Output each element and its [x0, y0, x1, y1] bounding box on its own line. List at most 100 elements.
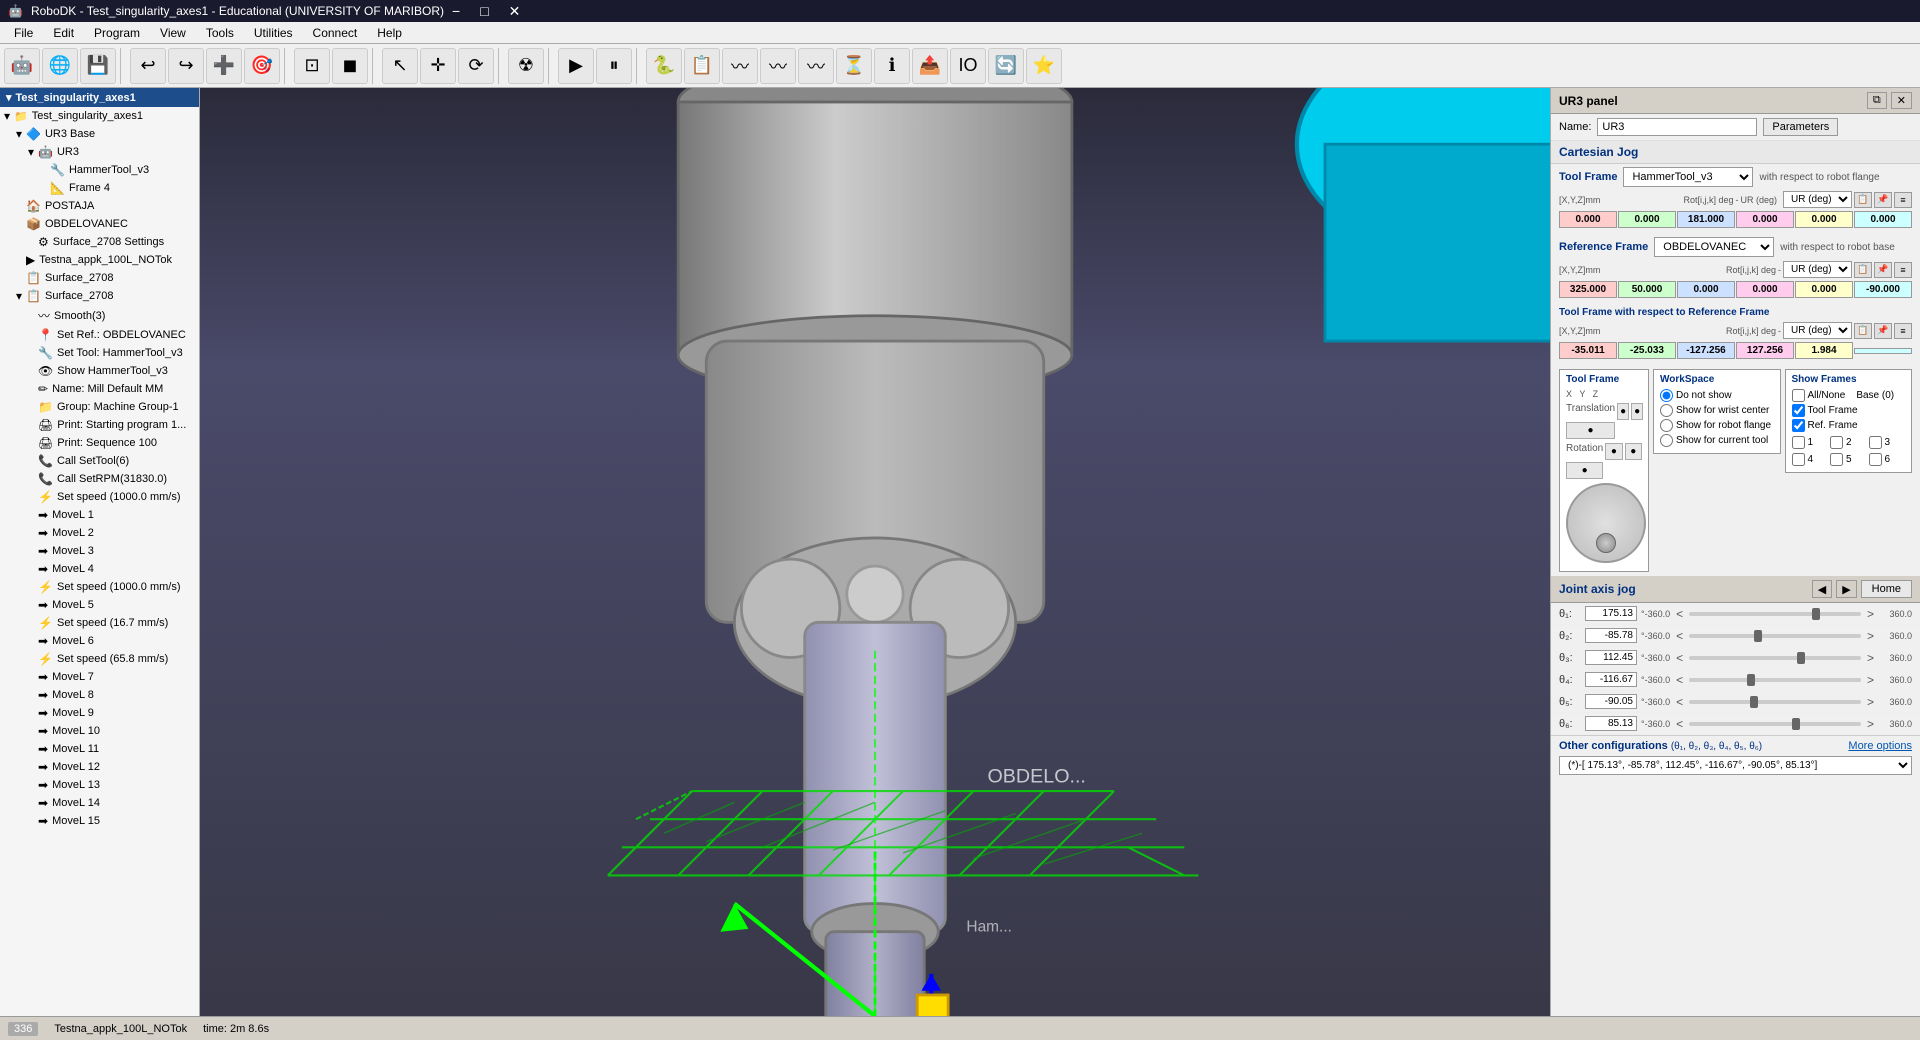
tree-item-movel-8[interactable]: ▸➡MoveL 8 — [0, 686, 199, 704]
undo-btn[interactable]: ↩ — [130, 48, 166, 84]
joystick[interactable] — [1566, 483, 1646, 563]
tree-item-hammer-tool[interactable]: ▸🔧HammerTool_v3 — [0, 161, 199, 179]
tree-item-movel-9[interactable]: ▸➡MoveL 9 — [0, 704, 199, 722]
tree-item-movel-15[interactable]: ▸➡MoveL 15 — [0, 812, 199, 830]
pause-btn[interactable]: ⏸ — [596, 48, 632, 84]
tree-item-movel-13[interactable]: ▸➡MoveL 13 — [0, 776, 199, 794]
frame-3-cb[interactable] — [1869, 436, 1882, 449]
panel-float-btn[interactable]: ⧉ — [1867, 92, 1887, 109]
tree-item-set-ref[interactable]: ▸📍Set Ref.: OBDELOVANEC — [0, 326, 199, 344]
joint-arrow-right-2[interactable]: > — [1865, 629, 1876, 643]
configs-dropdown[interactable]: (*)-[ 175.13°, -85.78°, 112.45°, -116.67… — [1559, 756, 1912, 775]
io-btn[interactable]: IO — [950, 48, 986, 84]
tree-item-set-speed-1000[interactable]: ▸⚡Set speed (1000.0 mm/s) — [0, 488, 199, 506]
frame-6-cb[interactable] — [1869, 453, 1882, 466]
frame-2-cb[interactable] — [1830, 436, 1843, 449]
joint-slider-1[interactable] — [1689, 612, 1861, 616]
joint-arrow-left-3[interactable]: < — [1674, 651, 1685, 665]
refresh-btn[interactable]: 🔄 — [988, 48, 1024, 84]
coord-paste-btn-1[interactable]: 📌 — [1874, 192, 1892, 208]
tree-item-set-speed-16[interactable]: ▸⚡Set speed (16.7 mm/s) — [0, 614, 199, 632]
tree-item-print-seq[interactable]: ▸🖨Print: Sequence 100 — [0, 434, 199, 452]
joint-arrow-left-5[interactable]: < — [1674, 695, 1685, 709]
joint-slider-3[interactable] — [1689, 656, 1861, 660]
tree-item-obdelovanec[interactable]: ▸📦OBDELOVANEC — [0, 215, 199, 233]
fit-btn[interactable]: ⊡ — [294, 48, 330, 84]
minimize-btn[interactable]: − — [444, 1, 468, 22]
menu-item-utilities[interactable]: Utilities — [244, 24, 303, 42]
trans-y-btn[interactable]: ● — [1631, 403, 1643, 420]
frame-4-cb[interactable] — [1792, 453, 1805, 466]
tree-item-surface-2708-1[interactable]: ▸📋Surface_2708 — [0, 269, 199, 287]
name-input[interactable] — [1597, 118, 1757, 136]
joint-arrow-right-4[interactable]: > — [1865, 673, 1876, 687]
coord-more-btn-1[interactable]: ≡ — [1894, 192, 1912, 208]
menu-item-help[interactable]: Help — [367, 24, 412, 42]
tree-item-movel-7[interactable]: ▸➡MoveL 7 — [0, 668, 199, 686]
tree-item-call-settool6[interactable]: ▸📞Call SetTool(6) — [0, 452, 199, 470]
coord-dropdown-2[interactable]: UR (deg) — [1783, 261, 1852, 278]
play-btn[interactable]: ▶ — [558, 48, 594, 84]
tree-item-movel-3[interactable]: ▸➡MoveL 3 — [0, 542, 199, 560]
tree-item-testna-appk[interactable]: ▸▶Testna_appk_100L_NOTok — [0, 251, 199, 269]
tree-item-ur3[interactable]: ▾🤖UR3 — [0, 143, 199, 161]
coord-copy-btn-3[interactable]: 📋 — [1854, 323, 1872, 339]
joint-input-4[interactable] — [1585, 672, 1637, 687]
menu-item-edit[interactable]: Edit — [43, 24, 84, 42]
menu-item-file[interactable]: File — [4, 24, 43, 42]
coord-dropdown-1[interactable]: UR (deg) — [1783, 191, 1852, 208]
workspace-radio-4[interactable] — [1660, 434, 1673, 447]
tree-item-movel-14[interactable]: ▸➡MoveL 14 — [0, 794, 199, 812]
new-btn[interactable]: 🌐 — [42, 48, 78, 84]
joint-arrow-right-5[interactable]: > — [1865, 695, 1876, 709]
joint-arrow-right-3[interactable]: > — [1865, 651, 1876, 665]
tree-item-movel-12[interactable]: ▸➡MoveL 12 — [0, 758, 199, 776]
coord-y-2[interactable]: 50.000 — [1618, 281, 1676, 298]
maximize-btn[interactable]: □ — [472, 1, 496, 22]
joint-input-1[interactable] — [1585, 606, 1637, 621]
workspace-radio-2[interactable] — [1660, 404, 1673, 417]
menu-item-connect[interactable]: Connect — [303, 24, 368, 42]
tree-item-show-hammer[interactable]: ▸👁Show HammerTool_v3 — [0, 362, 199, 380]
coord-rz-3[interactable] — [1854, 348, 1912, 354]
coord-z-3[interactable]: -127.256 — [1677, 342, 1735, 359]
tree-item-smooth-3[interactable]: ▸〰Smooth(3) — [0, 305, 199, 326]
tree-item-movel-11[interactable]: ▸➡MoveL 11 — [0, 740, 199, 758]
show-tool-frame-cb[interactable] — [1792, 404, 1805, 417]
rot-x-btn[interactable]: ● — [1605, 443, 1622, 460]
joint-slider-6[interactable] — [1689, 722, 1861, 726]
tree-item-movel-5[interactable]: ▸➡MoveL 5 — [0, 596, 199, 614]
coord-dropdown-3[interactable]: UR (deg) — [1783, 322, 1852, 339]
joint-slider-5[interactable] — [1689, 700, 1861, 704]
coord-rz-2[interactable]: -90.000 — [1854, 281, 1912, 298]
coord-ry-1[interactable]: 0.000 — [1795, 211, 1853, 228]
python-btn[interactable]: 🐍 — [646, 48, 682, 84]
radiation-btn[interactable]: ☢ — [508, 48, 544, 84]
coord-rx-3[interactable]: 127.256 — [1736, 342, 1794, 359]
coord-z-2[interactable]: 0.000 — [1677, 281, 1735, 298]
panel-close-btn[interactable]: ✕ — [1891, 92, 1912, 109]
joint-arrow-left-4[interactable]: < — [1674, 673, 1685, 687]
home-btn[interactable]: Home — [1861, 580, 1912, 598]
coord-x-2[interactable]: 325.000 — [1559, 281, 1617, 298]
tree-item-set-speed-65[interactable]: ▸⚡Set speed (65.8 mm/s) — [0, 650, 199, 668]
export-btn[interactable]: 📤 — [912, 48, 948, 84]
coord-paste-btn-2[interactable]: 📌 — [1874, 262, 1892, 278]
menu-item-tools[interactable]: Tools — [196, 24, 244, 42]
joint-arrow-right-1[interactable]: > — [1865, 607, 1876, 621]
workspace-radio-3[interactable] — [1660, 419, 1673, 432]
star-btn[interactable]: ⭐ — [1026, 48, 1062, 84]
tree-item-movel-2[interactable]: ▸➡MoveL 2 — [0, 524, 199, 542]
copy-btn[interactable]: 📋 — [684, 48, 720, 84]
tree-item-ur3-base[interactable]: ▾🔷UR3 Base — [0, 125, 199, 143]
parameters-btn[interactable]: Parameters — [1763, 118, 1838, 136]
3d-view-btn[interactable]: ◼ — [332, 48, 368, 84]
move-btn[interactable]: ✛ — [420, 48, 456, 84]
joint-input-5[interactable] — [1585, 694, 1637, 709]
tree-item-name-mill[interactable]: ▸✏Name: Mill Default MM — [0, 380, 199, 398]
path1-btn[interactable]: 〰 — [722, 48, 758, 84]
joint-input-2[interactable] — [1585, 628, 1637, 643]
redo-btn[interactable]: ↪ — [168, 48, 204, 84]
joint-input-6[interactable] — [1585, 716, 1637, 731]
coord-y-1[interactable]: 0.000 — [1618, 211, 1676, 228]
